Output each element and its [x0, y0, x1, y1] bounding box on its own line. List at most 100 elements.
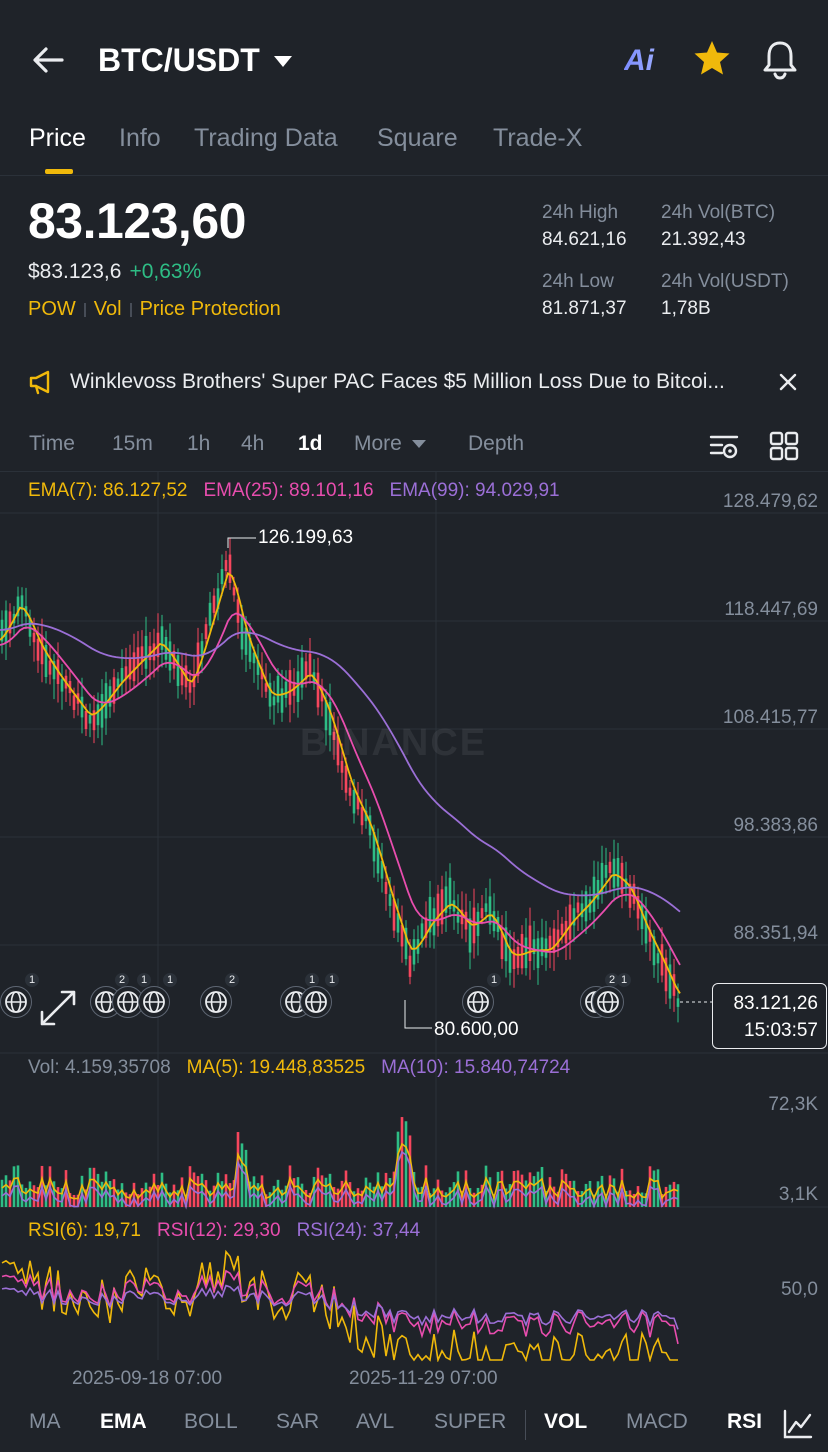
candle-body [520, 933, 524, 969]
indicator-avl[interactable]: AVL [356, 1410, 394, 1434]
volume-bar [56, 1187, 60, 1207]
candle-body [608, 861, 612, 873]
tab-trade-x[interactable]: Trade-X [493, 124, 582, 153]
interval-depth[interactable]: Depth [468, 432, 524, 456]
volume-bar [664, 1186, 668, 1207]
volume-bar [144, 1182, 148, 1207]
candle-body [552, 928, 556, 954]
volume-bar [448, 1187, 452, 1207]
indicator-macd[interactable]: MACD [626, 1410, 688, 1434]
candle-body [616, 858, 620, 887]
ema-legend: EMA(7): 86.127,52 EMA(25): 89.101,16 EMA… [28, 480, 560, 502]
candle-body [188, 681, 192, 693]
ema99-line [0, 622, 681, 913]
candle-body [456, 911, 460, 923]
price-axis-label: 108.415,77 [722, 707, 818, 728]
interval-more[interactable]: More [354, 432, 426, 456]
ma10-line [1, 1150, 679, 1210]
badge-price-protection[interactable]: Price Protection [140, 298, 281, 321]
interval-1d[interactable]: 1d [298, 432, 323, 456]
candle-body [224, 560, 228, 572]
megaphone-icon [29, 370, 50, 395]
indicator-boll[interactable]: BOLL [184, 1410, 238, 1434]
low-value: 81.871,37 [542, 298, 627, 319]
caret-down-icon [411, 440, 426, 449]
back-arrow-icon[interactable] [28, 40, 68, 80]
volume-bar [256, 1183, 260, 1207]
candle-body [228, 554, 232, 583]
volume-bar [336, 1188, 340, 1207]
candle-body [48, 660, 52, 675]
last-price: 83.123,60 [28, 193, 246, 249]
volume-bar [260, 1175, 264, 1207]
tab-info[interactable]: Info [119, 124, 161, 153]
indicator-vol[interactable]: VOL [544, 1410, 587, 1434]
chart-settings-icon[interactable] [708, 430, 740, 462]
news-marker-globe-icon[interactable]: 1 [300, 973, 339, 1018]
rsi12-label: RSI(12): 29,30 [157, 1220, 281, 1241]
binance-watermark: BINANCE [300, 722, 488, 764]
ma10-label: MA(10): 15.840,74724 [381, 1057, 571, 1078]
candle-body [352, 789, 356, 814]
candle-body [140, 646, 144, 663]
volume-bar [612, 1178, 616, 1207]
interval-4h[interactable]: 4h [241, 432, 264, 456]
indicator-super[interactable]: SUPER [434, 1410, 506, 1434]
close-icon[interactable] [774, 368, 802, 396]
ma5-line [1, 1142, 679, 1202]
fullscreen-icon[interactable] [32, 982, 84, 1034]
tab-trading-data[interactable]: Trading Data [194, 124, 338, 153]
tab-square[interactable]: Square [377, 124, 458, 153]
news-marker-globe-icon[interactable]: 1 [592, 973, 631, 1018]
indicator-settings-icon[interactable] [782, 1408, 814, 1440]
bell-icon[interactable] [760, 38, 800, 82]
candle-body [388, 894, 392, 906]
volume-bar [404, 1121, 408, 1207]
tab-bar: Price Info Trading Data Square Trade-X [0, 118, 828, 176]
news-marker-count: 1 [617, 973, 631, 987]
volume-bar [532, 1176, 536, 1207]
badge-vol[interactable]: Vol [94, 298, 122, 321]
globe-icon [305, 991, 327, 1013]
vol-usdt-label: 24h Vol(USDT) [661, 271, 789, 292]
interval-15m[interactable]: 15m [112, 432, 153, 456]
news-marker-globe-icon[interactable]: 2 [200, 973, 239, 1018]
ema99-label: EMA(99): 94.029,91 [389, 480, 560, 501]
tab-price[interactable]: Price [29, 124, 86, 153]
candle-body [568, 904, 572, 940]
candle-body [412, 939, 416, 965]
pair-selector[interactable]: BTC/USDT [98, 40, 292, 80]
indicator-rsi[interactable]: RSI [727, 1410, 762, 1434]
interval-time[interactable]: Time [29, 432, 75, 456]
news-marker-count: 1 [305, 973, 319, 987]
price-axis-label: 98.383,86 [733, 815, 818, 836]
news-banner[interactable]: Winklevoss Brothers' Super PAC Faces $5 … [28, 366, 808, 398]
news-headline[interactable]: Winklevoss Brothers' Super PAC Faces $5 … [70, 370, 770, 394]
indicator-ema[interactable]: EMA [100, 1410, 147, 1434]
candle-body [272, 696, 276, 706]
candle-body [344, 765, 348, 793]
news-marker-globe-icon[interactable]: 1 [462, 973, 501, 1018]
news-marker-globe-icon[interactable]: 1 [0, 973, 39, 1018]
fiat-price: $83.123,6 [28, 260, 122, 283]
candle-body [80, 696, 84, 718]
star-icon[interactable] [692, 38, 732, 78]
indicator-ma[interactable]: MA [29, 1410, 61, 1434]
ai-icon[interactable]: Ai [624, 40, 666, 82]
candle-body [528, 925, 532, 962]
volume-bar [224, 1174, 228, 1207]
volume-bar [584, 1183, 588, 1207]
globe-icon [597, 991, 619, 1013]
news-marker-globe-icon[interactable]: 1 [138, 973, 177, 1018]
divider [129, 302, 132, 317]
volume-bar [600, 1175, 604, 1207]
indicator-sar[interactable]: SAR [276, 1410, 319, 1434]
candle-body [236, 599, 240, 623]
divider [525, 1410, 526, 1440]
volume-bar [368, 1182, 372, 1207]
volume-bar [364, 1177, 368, 1207]
badge-pow[interactable]: POW [28, 298, 76, 321]
tag-badges: POW Vol Price Protection [28, 298, 281, 321]
grid-layout-icon[interactable] [768, 430, 800, 462]
interval-1h[interactable]: 1h [187, 432, 210, 456]
